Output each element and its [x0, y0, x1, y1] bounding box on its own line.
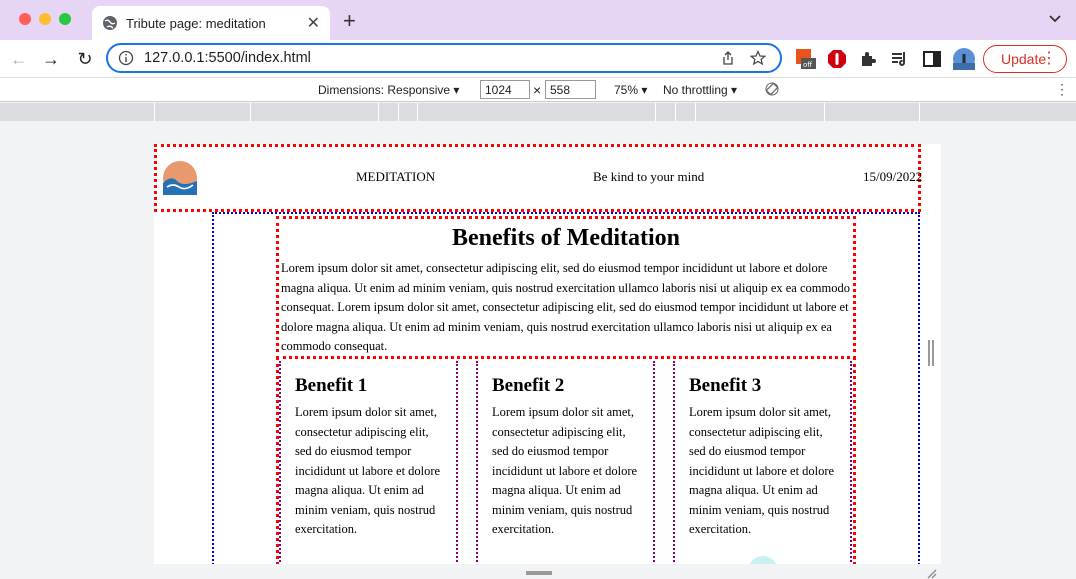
update-label: Update — [1001, 51, 1047, 67]
date-text: 15/09/2022 — [863, 169, 923, 184]
forward-arrow-icon[interactable]: → — [41, 49, 61, 69]
viewport-height-resize-handle[interactable] — [526, 571, 552, 575]
extension-off-badge: off — [803, 61, 812, 69]
benefits-section: Benefit 1 Lorem ipsum dolor sit amet, co… — [276, 357, 856, 564]
benefit-card: Benefit 3 Lorem ipsum dolor sit amet, co… — [673, 361, 852, 564]
tagline: Be kind to your mind — [593, 169, 705, 184]
viewport-corner-resize-handle[interactable] — [925, 567, 937, 579]
rotate-icon[interactable] — [765, 82, 779, 96]
throttling-dropdown[interactable]: No throttling ▾ — [663, 83, 737, 97]
back-arrow-icon[interactable]: ← — [9, 49, 29, 69]
viewport-width-resize-handle[interactable] — [928, 340, 934, 366]
close-tab-icon[interactable]: ✕ — [307, 13, 320, 33]
extension-off-icon[interactable]: off — [796, 49, 816, 69]
media-query-ruler[interactable] — [0, 103, 1076, 121]
puzzle-extensions-icon[interactable] — [858, 49, 878, 69]
url-text[interactable]: 127.0.0.1:5500/index.html — [144, 50, 720, 66]
throttling-label: No throttling — [663, 83, 728, 97]
benefit-title: Benefit 3 — [689, 375, 762, 396]
chevron-down-icon[interactable] — [1048, 12, 1062, 26]
tab-strip: Tribute page: meditation ✕ + — [0, 0, 1076, 40]
more-vertical-icon[interactable]: ⋮ — [1041, 50, 1057, 68]
adblock-icon[interactable] — [827, 49, 847, 69]
wave-logo-icon — [163, 161, 197, 195]
page-header: MEDITATION Be kind to your mind 15/09/20… — [154, 144, 923, 212]
viewport-height-input[interactable] — [545, 80, 596, 99]
zoom-dropdown[interactable]: 75% ▾ — [614, 83, 647, 97]
page-title: Benefits of Meditation — [452, 225, 680, 251]
reload-icon[interactable]: ↻ — [75, 49, 95, 69]
tab-title: Tribute page: meditation — [126, 15, 266, 31]
site-title[interactable]: MEDITATION — [356, 169, 435, 185]
dimensions-label: Dimensions: Responsive — [318, 83, 451, 97]
dimensions-dropdown[interactable]: Dimensions: Responsive ▾ — [318, 83, 459, 97]
device-viewport: MEDITATION Be kind to your mind 15/09/20… — [0, 121, 1076, 579]
bookmark-star-icon[interactable] — [750, 50, 766, 66]
side-panel-icon[interactable] — [922, 49, 942, 69]
new-tab-button[interactable]: + — [343, 10, 356, 32]
globe-icon — [103, 16, 117, 30]
benefit-card: Benefit 2 Lorem ipsum dolor sit amet, co… — [476, 361, 655, 564]
close-window-button[interactable] — [19, 13, 31, 25]
update-button[interactable]: Update ⋮ — [983, 45, 1067, 73]
viewport-width-input[interactable] — [480, 80, 530, 99]
info-icon[interactable] — [118, 50, 134, 66]
times-symbol: × — [533, 82, 542, 98]
benefit-text: Lorem ipsum dolor sit amet, consectetur … — [689, 405, 835, 536]
benefit-title: Benefit 1 — [295, 375, 368, 396]
benefit-card: Benefit 1 Lorem ipsum dolor sit amet, co… — [279, 361, 458, 564]
benefit-text: Lorem ipsum dolor sit amet, consectetur … — [295, 405, 441, 536]
maximize-window-button[interactable] — [59, 13, 71, 25]
device-toolbar: Dimensions: Responsive ▾ × 75% ▾ No thro… — [0, 78, 1076, 102]
intro-article: Benefits of Meditation Lorem ipsum dolor… — [276, 216, 856, 359]
zoom-label: 75% — [614, 83, 639, 97]
benefit-text: Lorem ipsum dolor sit amet, consectetur … — [492, 405, 638, 536]
tab-meditation[interactable]: Tribute page: meditation ✕ — [92, 6, 330, 40]
benefit-title: Benefit 2 — [492, 375, 565, 396]
intro-paragraph: Lorem ipsum dolor sit amet, consectetur … — [281, 261, 850, 353]
share-icon[interactable] — [720, 50, 736, 66]
web-page: MEDITATION Be kind to your mind 15/09/20… — [154, 144, 941, 564]
avatar[interactable] — [953, 48, 975, 70]
media-queue-icon[interactable] — [890, 49, 910, 69]
address-bar[interactable]: 127.0.0.1:5500/index.html — [106, 43, 782, 73]
minimize-window-button[interactable] — [39, 13, 51, 25]
browser-toolbar: ← → ↻ 127.0.0.1:5500/index.html off Upda… — [0, 40, 1076, 78]
devtools-more-icon[interactable]: ⋮ — [1055, 81, 1069, 98]
